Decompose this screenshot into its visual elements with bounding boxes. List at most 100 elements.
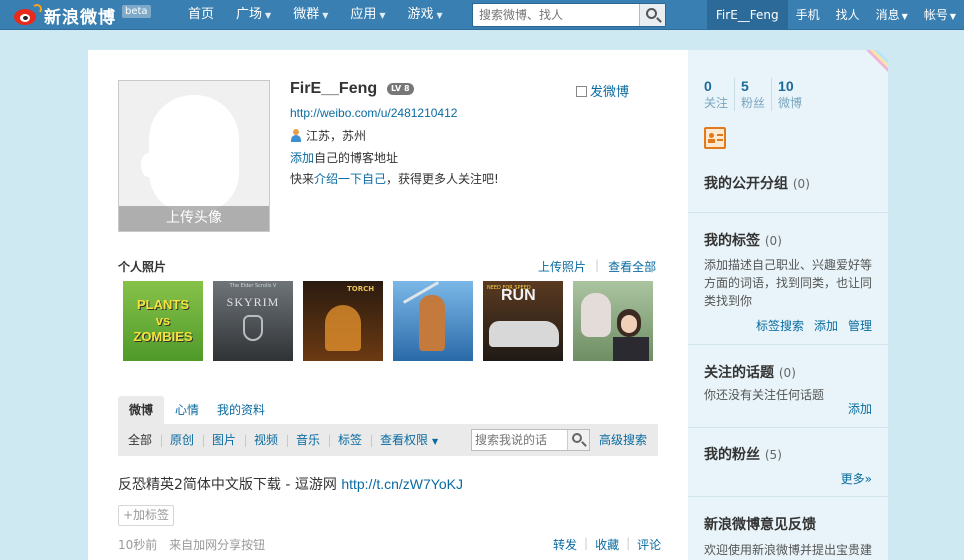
photo-thumbnail[interactable]: PLANTS vs ZOMBIES	[123, 281, 203, 361]
chevron-down-icon: ▼	[265, 11, 272, 20]
my-tags-desc: 添加描述自己职业、兴趣爱好等方面的词语，找到同类，也让同类找到你	[704, 258, 873, 308]
search-input[interactable]	[473, 4, 641, 26]
filter-all[interactable]: 全部	[128, 424, 152, 456]
nav-messages[interactable]: 消息 ▼	[868, 0, 916, 30]
id-card-icon[interactable]	[704, 127, 726, 149]
top-search	[472, 3, 666, 27]
filter-permissions[interactable]: 查看权限 ▼	[380, 424, 438, 458]
my-tags-title: 我的标签 (0)	[704, 233, 782, 249]
main-nav: 首页 广场 ▼ 微群 ▼ 应用 ▼ 游戏 ▼	[177, 0, 454, 30]
profile-name: FirE__Feng	[290, 80, 378, 97]
avatar[interactable]: 上传头像	[118, 80, 270, 232]
post-actions: 转发 | 收藏 | 评论	[553, 536, 662, 553]
tag-add-link[interactable]: 添加	[814, 317, 838, 334]
search-icon	[646, 8, 657, 19]
post-weibo-link[interactable]: 发微博	[576, 81, 629, 100]
feedback-desc: 欢迎使用新浪微博并提出宝贵建	[704, 543, 873, 557]
add-tag-button[interactable]: +加标签	[118, 505, 175, 526]
content-tabs: 微博 心情 我的资料	[118, 396, 658, 424]
filter-images[interactable]: 图片	[212, 424, 236, 456]
beta-badge: beta	[122, 4, 151, 18]
weibo-eye-icon	[12, 4, 42, 26]
location: 江苏，苏州	[290, 127, 366, 144]
nav-mobile[interactable]: 手机	[788, 0, 828, 30]
default-avatar-silhouette	[149, 95, 239, 213]
chevron-down-icon: ▼	[901, 12, 908, 21]
comment-link[interactable]: 评论	[637, 536, 661, 553]
public-groups-title[interactable]: 我的公开分组 (0)	[704, 173, 810, 193]
stat-followers[interactable]: 5 粉丝	[734, 78, 771, 111]
upload-avatar-button[interactable]: 上传头像	[119, 206, 269, 231]
chevron-down-icon: ▼	[949, 12, 956, 21]
photo-thumbnail[interactable]	[573, 281, 653, 361]
photo-thumbnail[interactable]	[393, 281, 473, 361]
nav-username[interactable]: FirE__Feng	[706, 0, 788, 30]
personal-photos-title: 个人照片	[118, 260, 167, 274]
profile-url[interactable]: http://weibo.com/u/2481210412	[290, 106, 457, 120]
intro-line: 快来介绍一下自己，获得更多人关注吧!	[290, 172, 499, 186]
filter-videos[interactable]: 视频	[254, 424, 278, 456]
nav-home[interactable]: 首页	[177, 0, 225, 30]
person-icon	[290, 129, 302, 142]
stats: 0 关注 5 粉丝 10 微博	[704, 78, 808, 111]
photo-thumbnail[interactable]: The Elder Scrolls V SKYRIM	[213, 281, 293, 361]
location-text: 江苏，苏州	[306, 129, 367, 143]
profile-sidebar: 0 关注 5 粉丝 10 微博 我的公开分组 (0) 我的标签 (0) 添加描述自己职…	[688, 50, 888, 560]
photo-thumbnail[interactable]: TORCH	[303, 281, 383, 361]
filter-music[interactable]: 音乐	[296, 424, 320, 456]
more-fans-link[interactable]: 更多»	[841, 470, 872, 487]
nav-square[interactable]: 广场 ▼	[225, 0, 282, 30]
photo-thumbnail[interactable]: NEED FOR SPEED RUN	[483, 281, 563, 361]
photo-thumbnails: PLANTS vs ZOMBIES The Elder Scrolls V SK…	[123, 281, 663, 361]
nav-games[interactable]: 游戏 ▼	[397, 0, 454, 30]
nav-groups[interactable]: 微群 ▼	[282, 0, 339, 30]
tab-my-profile[interactable]: 我的资料	[217, 396, 265, 424]
my-fans-title[interactable]: 我的粉丝 (5)	[704, 444, 782, 464]
tag-links: 标签搜索 添加 管理	[746, 317, 872, 334]
page-curl-corner	[866, 50, 888, 72]
post-search-input[interactable]	[472, 430, 568, 450]
add-blog-link[interactable]: 添加	[290, 151, 314, 165]
followed-topics-title: 关注的话题 (0)	[704, 365, 796, 381]
post-time[interactable]: 10秒前	[118, 538, 157, 552]
tag-search-link[interactable]: 标签搜索	[756, 317, 804, 334]
nav-find-people[interactable]: 找人	[828, 0, 868, 30]
top-navigation-bar: 新浪微博 beta 首页 广场▼ 微群▼ 应用▼ 游戏▼ FirE__Feng …	[0, 0, 964, 30]
post-source: 来自加网分享按钮	[169, 538, 266, 552]
intro-yourself-link[interactable]: 介绍一下自己	[314, 172, 386, 186]
post-search-button[interactable]	[567, 430, 589, 450]
tab-weibo[interactable]: 微博	[118, 396, 165, 424]
user-nav: FirE__Feng 手机 找人 消息 ▼ 帐号 ▼	[706, 0, 964, 30]
view-all-photos-link[interactable]: 查看全部	[608, 258, 656, 275]
filter-bar: 全部 原创 图片 视频 音乐 标签 查看权限▼ 高级搜索	[118, 424, 658, 456]
feedback-title: 新浪微博意见反馈	[704, 517, 816, 533]
chevron-down-icon: ▼	[379, 11, 386, 20]
chevron-down-icon: ▼	[432, 437, 439, 446]
stat-following[interactable]: 0 关注	[704, 78, 734, 111]
blog-address-line: 添加自己的博客地址	[290, 151, 399, 165]
nav-apps[interactable]: 应用 ▼	[339, 0, 396, 30]
repost-link[interactable]: 转发	[553, 536, 577, 553]
tag-manage-link[interactable]: 管理	[848, 317, 872, 334]
pencil-icon	[576, 86, 587, 97]
post-link[interactable]: http://t.cn/zW7YoKJ	[341, 476, 463, 492]
sina-weibo-logo[interactable]: 新浪微博 beta	[12, 2, 151, 28]
favorite-link[interactable]: 收藏	[595, 536, 619, 553]
level-badge[interactable]: LV 8	[387, 83, 414, 95]
post-meta: 10秒前 来自加网分享按钮	[118, 536, 265, 553]
add-topic-link[interactable]: 添加	[848, 400, 872, 417]
advanced-search-link[interactable]: 高级搜索	[599, 424, 647, 456]
search-icon	[572, 433, 582, 443]
search-button[interactable]	[639, 4, 665, 26]
nav-account[interactable]: 帐号 ▼	[916, 0, 964, 30]
upload-photos-link[interactable]: 上传照片	[538, 258, 586, 275]
chevron-down-icon: ▼	[322, 11, 329, 20]
tab-mood[interactable]: 心情	[175, 396, 199, 424]
stat-weibo[interactable]: 10 微博	[771, 78, 808, 111]
photos-links: 上传照片 | 查看全部	[538, 258, 657, 275]
filter-tags[interactable]: 标签	[338, 424, 362, 456]
post-search	[471, 429, 590, 451]
post-content: 反恐精英2简体中文版下载 - 逗游网 http://t.cn/zW7YoKJ	[118, 476, 463, 493]
filter-original[interactable]: 原创	[170, 424, 194, 456]
profile-main: 上传头像 FirE__Feng LV 8 发微博 http://weibo.co…	[88, 50, 688, 560]
